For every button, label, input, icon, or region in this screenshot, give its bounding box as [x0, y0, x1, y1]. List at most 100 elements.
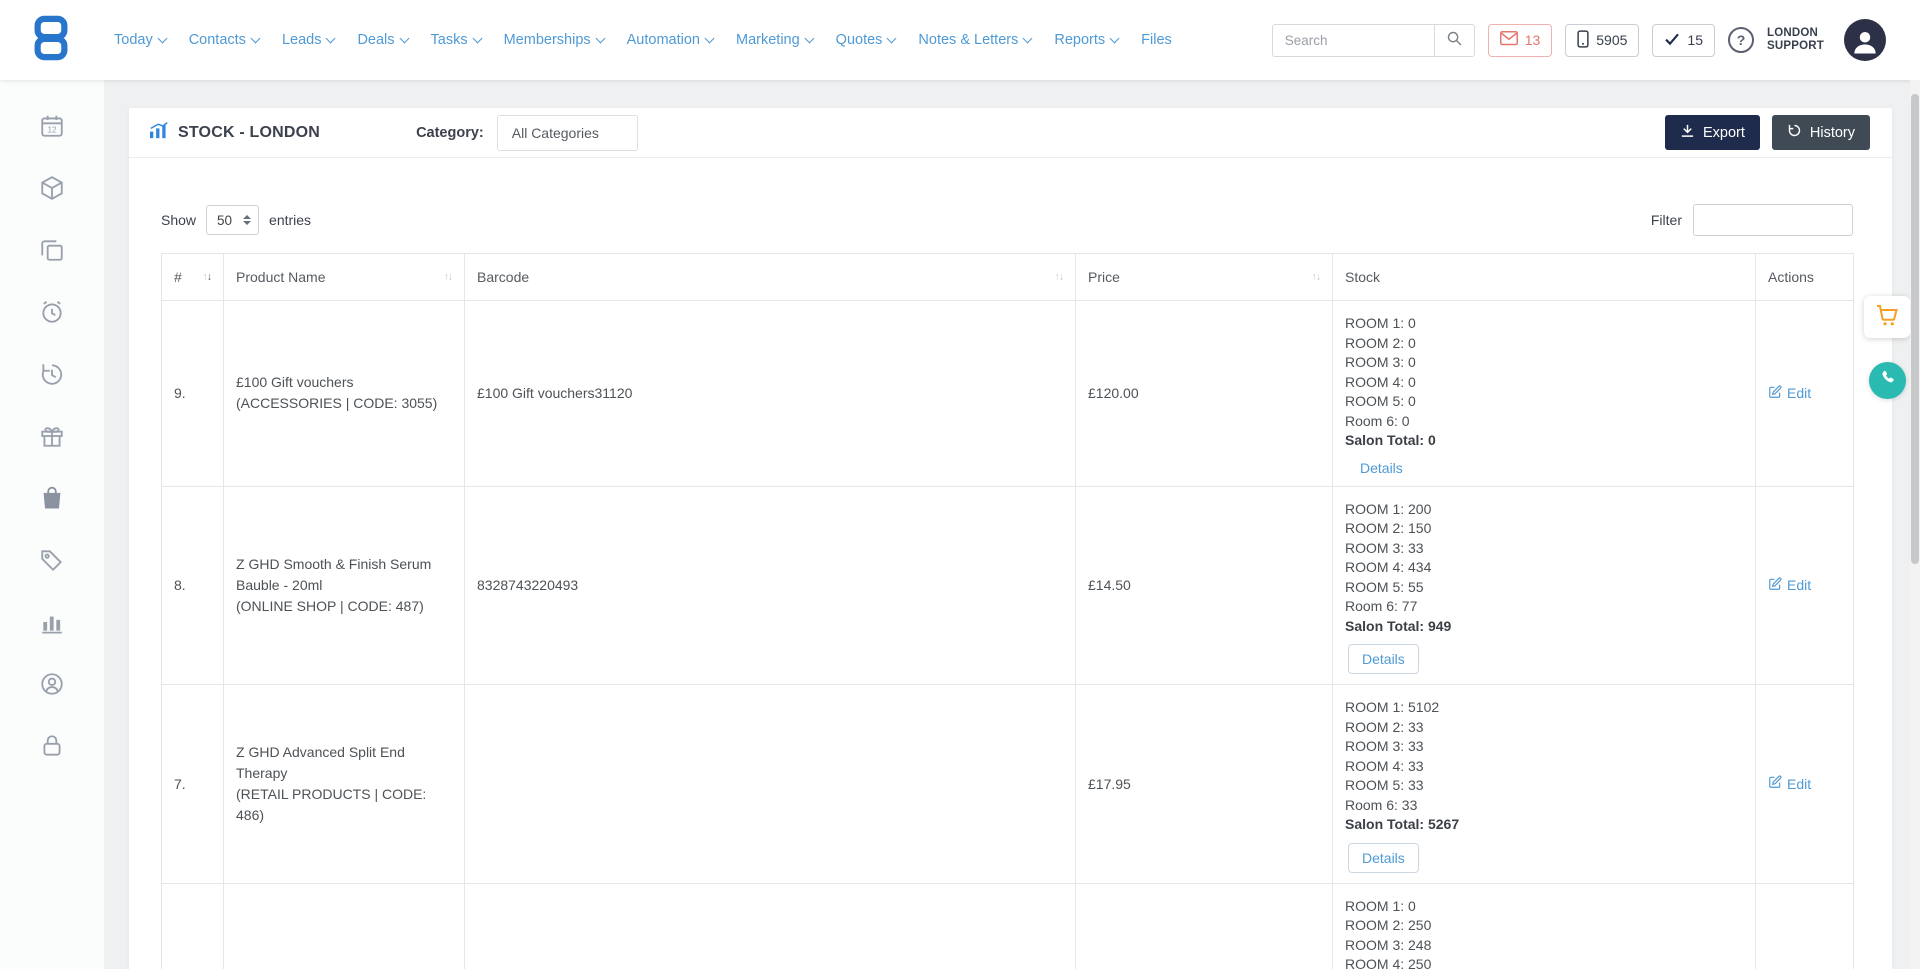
- sidebar-item-gifts[interactable]: [38, 424, 66, 452]
- barcode-cell: [465, 685, 1076, 884]
- product-meta: (RETAIL PRODUCTS | CODE: 486): [236, 784, 452, 826]
- sidebar-item-security[interactable]: [38, 734, 66, 762]
- column-header-actions: Actions: [1756, 254, 1854, 301]
- user-icon: [1850, 26, 1880, 61]
- search-input[interactable]: [1272, 24, 1434, 57]
- column-header-product-name[interactable]: Product Name↑↓: [224, 254, 465, 301]
- column-header-num[interactable]: #↑↓: [162, 254, 224, 301]
- sidebar-item-duplicates[interactable]: [38, 238, 66, 266]
- nav-item-today[interactable]: Today: [114, 32, 166, 48]
- filter-group: Filter: [1651, 204, 1853, 236]
- category-group: Category: All Categories: [416, 115, 638, 151]
- category-select[interactable]: All Categories: [497, 115, 638, 151]
- search-box: [1272, 24, 1475, 57]
- table-controls: Show 50 entries Filter: [129, 158, 1892, 236]
- sidebar-item-reports[interactable]: [38, 610, 66, 638]
- stock-line: ROOM 1: 0: [1345, 897, 1743, 917]
- nav-item-reports[interactable]: Reports: [1054, 32, 1118, 48]
- mail-count: 13: [1525, 32, 1541, 48]
- nav-item-quotes[interactable]: Quotes: [836, 32, 896, 48]
- edit-button[interactable]: Edit: [1768, 775, 1811, 792]
- user-name: LONDON SUPPORT: [1767, 27, 1831, 53]
- edit-button[interactable]: Edit: [1768, 577, 1811, 594]
- column-header-barcode[interactable]: Barcode↑↓: [465, 254, 1076, 301]
- salon-total: Salon Total: 949: [1345, 617, 1743, 637]
- chevron-down-icon: [705, 33, 715, 43]
- history-button[interactable]: History: [1772, 115, 1870, 150]
- category-label: Category:: [416, 125, 484, 141]
- sidebar-item-tags[interactable]: [38, 548, 66, 576]
- avatar[interactable]: [1844, 19, 1886, 61]
- cart-widget[interactable]: [1864, 296, 1910, 338]
- nav-item-notes-letters[interactable]: Notes & Letters: [918, 32, 1031, 48]
- nav-item-files[interactable]: Files: [1141, 32, 1172, 48]
- download-icon: [1680, 123, 1695, 142]
- phone-icon: [1879, 369, 1897, 392]
- app-logo[interactable]: [30, 15, 72, 66]
- topbar: Today Contacts Leads Deals Tasks Members…: [0, 0, 1920, 80]
- sidebar-item-products[interactable]: [38, 176, 66, 204]
- export-button[interactable]: Export: [1665, 115, 1760, 150]
- stock-line: Room 6: 33: [1345, 796, 1743, 816]
- topbar-right: 13 5905 15 ? LONDON SUPPORT: [1272, 19, 1886, 61]
- nav-item-leads[interactable]: Leads: [282, 32, 335, 48]
- help-icon[interactable]: ?: [1728, 27, 1754, 53]
- chevron-down-icon: [157, 33, 167, 43]
- chevron-down-icon: [399, 33, 409, 43]
- sidebar-item-shop[interactable]: [38, 486, 66, 514]
- stock-line: ROOM 2: 250: [1345, 916, 1743, 936]
- copy-icon: [39, 237, 65, 268]
- stock-table-wrap: #↑↓ Product Name↑↓ Barcode↑↓ Price↑↓ Sto…: [129, 236, 1892, 969]
- row-number: 8.: [162, 486, 224, 685]
- nav-item-memberships[interactable]: Memberships: [504, 32, 604, 48]
- edit-button[interactable]: Edit: [1768, 385, 1811, 402]
- stock-table: #↑↓ Product Name↑↓ Barcode↑↓ Price↑↓ Sto…: [161, 253, 1854, 969]
- stock-line: Room 6: 0: [1345, 412, 1743, 432]
- check-badge[interactable]: 15: [1652, 24, 1715, 57]
- header-actions: Export History: [1665, 115, 1870, 150]
- sort-icon: ↑↓: [203, 272, 212, 283]
- main-content: STOCK - LONDON Category: All Categories …: [104, 80, 1920, 969]
- sidebar-item-history[interactable]: [38, 362, 66, 390]
- call-widget[interactable]: [1869, 362, 1906, 399]
- stock-line: ROOM 2: 150: [1345, 519, 1743, 539]
- sort-icon: ↑↓: [444, 272, 453, 283]
- chevron-down-icon: [250, 33, 260, 43]
- sidebar: 12: [0, 80, 104, 969]
- stock-line: ROOM 1: 200: [1345, 500, 1743, 520]
- salon-total: Salon Total: 5267: [1345, 815, 1743, 835]
- chevron-down-icon: [1023, 33, 1033, 43]
- stock-line: ROOM 3: 33: [1345, 737, 1743, 757]
- chevron-down-icon: [887, 33, 897, 43]
- page-size-select[interactable]: 50: [206, 205, 259, 235]
- scrollbar-thumb[interactable]: [1911, 94, 1919, 564]
- nav-item-tasks[interactable]: Tasks: [431, 32, 481, 48]
- price-cell: £14.50: [1076, 486, 1333, 685]
- stock-line: ROOM 2: 33: [1345, 718, 1743, 738]
- nav-item-deals[interactable]: Deals: [357, 32, 407, 48]
- stock-line: ROOM 4: 250: [1345, 955, 1743, 969]
- row-number: 7.: [162, 685, 224, 884]
- calendar-icon: 12: [39, 113, 65, 144]
- chevron-down-icon: [595, 33, 605, 43]
- details-link[interactable]: Details: [1360, 460, 1403, 476]
- stock-line: ROOM 5: 0: [1345, 392, 1743, 412]
- stock-line: ROOM 1: 0: [1345, 314, 1743, 334]
- column-header-price[interactable]: Price↑↓: [1076, 254, 1333, 301]
- sidebar-item-reminders[interactable]: [38, 300, 66, 328]
- filter-input[interactable]: [1693, 204, 1853, 236]
- sidebar-item-calendar[interactable]: 12: [38, 114, 66, 142]
- details-button[interactable]: Details: [1348, 843, 1419, 873]
- nav-item-marketing[interactable]: Marketing: [736, 32, 813, 48]
- phone-badge[interactable]: 5905: [1565, 24, 1639, 57]
- package-icon: [39, 175, 65, 206]
- nav-item-automation[interactable]: Automation: [627, 32, 713, 48]
- details-button[interactable]: Details: [1348, 644, 1419, 674]
- alarm-clock-icon: [39, 299, 65, 330]
- nav-item-contacts[interactable]: Contacts: [189, 32, 259, 48]
- history-icon: [1787, 123, 1802, 142]
- stock-line: ROOM 5: 55: [1345, 578, 1743, 598]
- search-button[interactable]: [1434, 24, 1475, 57]
- mail-badge[interactable]: 13: [1488, 24, 1553, 57]
- sidebar-item-support[interactable]: [38, 672, 66, 700]
